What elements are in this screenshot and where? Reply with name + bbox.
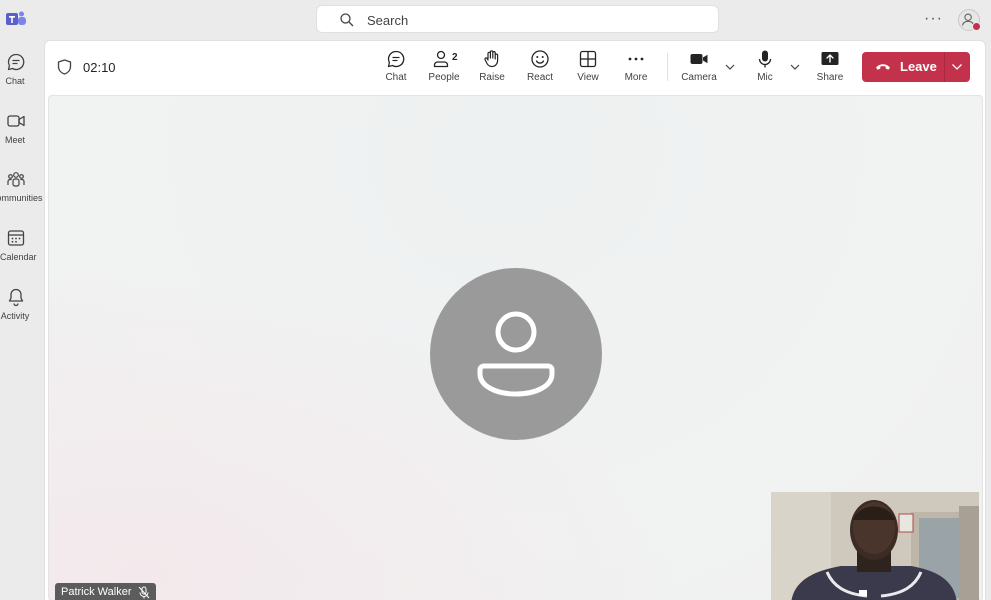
rail-item-meet[interactable]: Meet bbox=[0, 111, 42, 161]
more-button[interactable]: More bbox=[612, 49, 660, 89]
self-video-preview[interactable] bbox=[771, 492, 979, 600]
view-button-label: View bbox=[577, 72, 599, 83]
more-button-label: More bbox=[624, 72, 648, 83]
leave-options-button[interactable] bbox=[945, 52, 970, 82]
people-button[interactable]: 2 People bbox=[420, 49, 468, 89]
person-icon bbox=[477, 311, 555, 397]
raise-hand-button[interactable]: Raise bbox=[468, 49, 516, 89]
teams-logo-icon[interactable] bbox=[6, 10, 26, 28]
rail-item-chat[interactable]: Chat bbox=[0, 52, 42, 102]
rail-label: Communities bbox=[0, 193, 43, 203]
more-options-icon[interactable]: ··· bbox=[924, 10, 944, 30]
smiley-icon bbox=[531, 50, 549, 68]
search-input[interactable]: Search bbox=[367, 13, 408, 28]
raise-button-label: Raise bbox=[479, 72, 505, 83]
rail-label: Calendar bbox=[0, 252, 37, 262]
people-count-badge: 2 bbox=[452, 52, 458, 63]
people-icon bbox=[433, 50, 449, 68]
bell-icon bbox=[8, 288, 24, 307]
shield-icon[interactable] bbox=[57, 59, 72, 75]
leave-button-label: Leave bbox=[900, 59, 937, 74]
share-screen-icon bbox=[821, 52, 839, 65]
rail-label: Chat bbox=[5, 76, 25, 86]
meeting-stage: Patrick Walker bbox=[48, 95, 983, 600]
chat-button[interactable]: Chat bbox=[372, 49, 420, 89]
leave-button-group: Leave bbox=[862, 52, 970, 82]
hang-up-phone-icon bbox=[876, 64, 890, 70]
meeting-timer: 02:10 bbox=[83, 60, 116, 75]
self-video-image bbox=[771, 492, 979, 600]
chat-icon bbox=[387, 50, 405, 68]
chevron-down-icon bbox=[952, 64, 962, 70]
search-box[interactable]: Search bbox=[316, 5, 719, 33]
share-button-label: Share bbox=[816, 72, 844, 83]
share-button[interactable]: Share bbox=[806, 49, 854, 89]
meeting-toolbar: 02:10 Chat 2 People Raise React View Mor… bbox=[45, 41, 985, 93]
rail-label: Meet bbox=[4, 135, 25, 145]
calendar-icon bbox=[7, 230, 25, 246]
status-badge bbox=[972, 22, 981, 31]
camera-button-label: Camera bbox=[681, 72, 717, 83]
communities-icon bbox=[7, 172, 25, 187]
microphone-icon bbox=[758, 50, 772, 68]
react-button[interactable]: React bbox=[516, 49, 564, 89]
chat-icon bbox=[7, 53, 25, 71]
video-camera-icon bbox=[690, 54, 708, 64]
participant-name-tag: Patrick Walker bbox=[55, 583, 156, 600]
react-button-label: React bbox=[526, 72, 554, 83]
title-bar: Search ··· bbox=[0, 0, 991, 40]
leave-button[interactable]: Leave bbox=[862, 52, 944, 82]
chat-button-label: Chat bbox=[385, 72, 407, 83]
camera-options-chevron-down-icon[interactable] bbox=[724, 61, 736, 73]
participant-name: Patrick Walker bbox=[61, 586, 132, 598]
mic-muted-icon bbox=[138, 586, 149, 599]
rail-item-communities[interactable]: Communities bbox=[0, 169, 43, 219]
mic-button-label: Mic bbox=[757, 72, 773, 83]
app-rail: Chat Meet Communities Calendar bbox=[0, 40, 43, 600]
mic-options-chevron-down-icon[interactable] bbox=[789, 61, 801, 73]
grid-view-icon bbox=[579, 50, 597, 68]
mic-button[interactable]: Mic bbox=[741, 49, 789, 89]
rail-item-calendar[interactable]: Calendar bbox=[0, 228, 42, 278]
hand-icon bbox=[484, 50, 499, 68]
video-camera-icon bbox=[7, 115, 25, 127]
rail-label: Activity bbox=[0, 311, 30, 321]
meeting-window: 02:10 Chat 2 People Raise React View Mor… bbox=[44, 40, 986, 600]
people-button-label: People bbox=[428, 72, 460, 83]
toolbar-divider bbox=[667, 53, 668, 81]
view-button[interactable]: View bbox=[564, 49, 612, 89]
camera-button[interactable]: Camera bbox=[675, 49, 723, 89]
participant-avatar bbox=[430, 268, 602, 440]
rail-item-activity[interactable]: Activity bbox=[0, 287, 42, 337]
more-dots-icon bbox=[628, 57, 644, 61]
search-icon bbox=[340, 13, 354, 27]
